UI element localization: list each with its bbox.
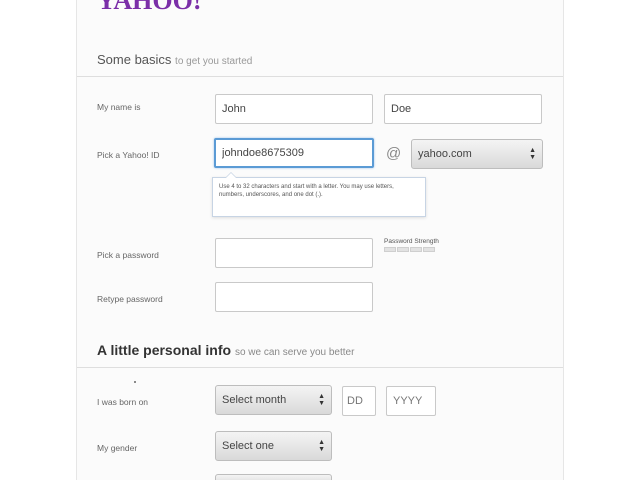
retype-password-label: Retype password: [97, 294, 163, 304]
select-arrows-icon: ▲ ▼: [529, 147, 536, 161]
birth-date-label: I was born on: [97, 397, 149, 407]
yahoo-id-hint-tooltip: Use 4 to 32 characters and start with a …: [212, 172, 426, 217]
section-personal-title: A little personal info so we can serve y…: [97, 342, 354, 358]
yahoo-logo: YAHOO!: [97, 0, 202, 15]
yahoo-id-input[interactable]: [214, 138, 374, 168]
section-divider: [77, 76, 563, 77]
birth-month-select[interactable]: Select month ▲ ▼: [215, 385, 332, 415]
strength-segment: [410, 247, 422, 252]
select-arrows-icon: ▲ ▼: [318, 439, 325, 453]
domain-select-value: yahoo.com: [418, 148, 472, 160]
yahoo-id-hint-text: Use 4 to 32 characters and start with a …: [219, 184, 394, 198]
section-personal-heading: A little personal info: [97, 342, 232, 358]
strength-segment: [423, 247, 435, 252]
retype-password-input[interactable]: [215, 282, 373, 312]
section-personal-subtitle: so we can serve you better: [234, 347, 355, 358]
gender-label: My gender: [97, 443, 138, 453]
gender-select[interactable]: Select one ▲ ▼: [215, 431, 332, 461]
first-name-input[interactable]: [215, 94, 373, 124]
domain-select[interactable]: yahoo.com ▲ ▼: [411, 139, 543, 169]
password-strength-label: Password Strength: [384, 238, 439, 245]
at-sign: @: [386, 145, 402, 162]
birth-month-value: Select month: [222, 394, 287, 406]
partial-select-below[interactable]: [215, 474, 332, 480]
name-label: My name is: [97, 102, 141, 112]
section-basics-title: Some basics to get you started: [97, 52, 252, 67]
password-input[interactable]: [215, 238, 373, 268]
strength-segment: [384, 247, 396, 252]
birth-year-input[interactable]: [386, 386, 436, 416]
password-strength-meter: [384, 247, 435, 252]
yahoo-id-label: Pick a Yahoo! ID: [97, 150, 160, 160]
select-arrows-icon: ▲ ▼: [318, 393, 325, 407]
section-basics-subtitle: to get you started: [175, 56, 253, 67]
last-name-input[interactable]: [384, 94, 542, 124]
gender-select-value: Select one: [222, 440, 274, 452]
section-divider: [77, 367, 563, 368]
required-marker: [134, 381, 136, 383]
password-label: Pick a password: [97, 250, 159, 260]
strength-segment: [397, 247, 409, 252]
birth-day-input[interactable]: [342, 386, 376, 416]
section-basics-heading: Some basics: [97, 52, 172, 67]
